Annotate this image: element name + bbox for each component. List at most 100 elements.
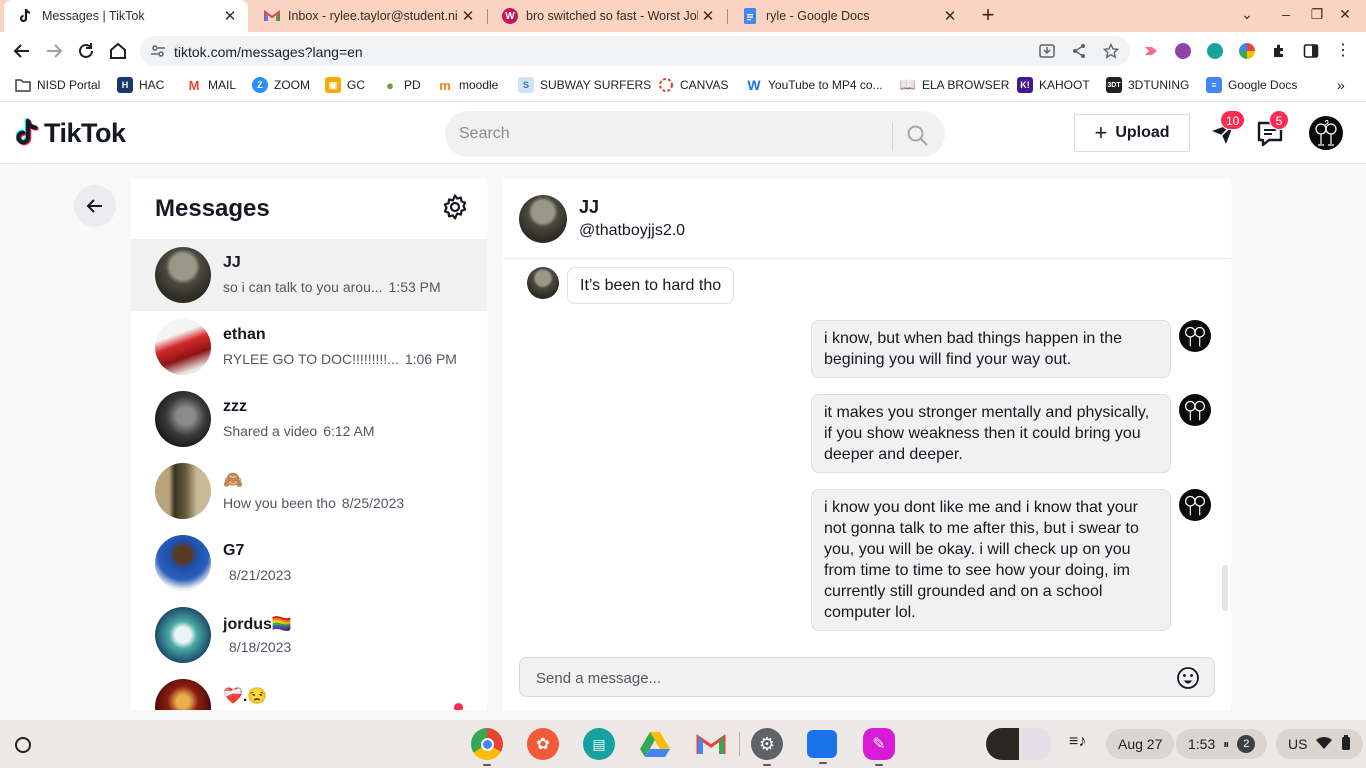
tab-tiktok-messages[interactable]: Messages | TikTok ✕	[4, 0, 248, 32]
files-app-icon[interactable]	[807, 730, 837, 764]
reload-icon[interactable]	[75, 40, 97, 62]
classroom-app-icon[interactable]: ▤	[583, 728, 615, 760]
home-icon[interactable]	[107, 40, 129, 62]
bookmark-ela-browser[interactable]: 📖 ELA BROWSER	[900, 77, 1009, 93]
bookmark-mail[interactable]: M MAIL	[186, 77, 236, 93]
bookmark-youtube-to-mp4[interactable]: W YouTube to MP4 co...	[746, 77, 882, 93]
back-arrow-icon[interactable]	[11, 40, 33, 62]
side-panel-icon[interactable]	[1303, 43, 1319, 59]
self-avatar[interactable]	[1179, 489, 1211, 521]
search-input[interactable]	[459, 123, 879, 145]
tab-google-docs[interactable]: ryle - Google Docs ✕	[728, 0, 968, 32]
bookmark-nisd-portal[interactable]: NISD Portal	[15, 77, 100, 93]
w-logo-icon: W	[747, 77, 761, 93]
message-input[interactable]	[536, 668, 1156, 688]
google-docs-icon	[742, 8, 758, 24]
bookmark-google-docs[interactable]: ≡ Google Docs	[1206, 77, 1297, 93]
launcher-icon[interactable]	[12, 734, 34, 756]
tab-close-icon[interactable]: ✕	[220, 7, 240, 25]
conversation-name: jordus🏳️‍🌈	[223, 616, 292, 633]
inbox-send-icon[interactable]: 10	[1208, 110, 1246, 148]
tab-worst-jokes[interactable]: W bro switched so fast - Worst Jok ✕	[488, 0, 726, 32]
conversation-item-heart[interactable]: ❤️‍🩹.😒	[131, 671, 487, 710]
extension-color-icon[interactable]	[1239, 43, 1255, 59]
bookmark-subway-surfers[interactable]: S SUBWAY SURFERS	[518, 77, 651, 93]
sender-avatar[interactable]	[527, 267, 559, 299]
self-avatar[interactable]	[1179, 394, 1211, 426]
conversation-preview: How you been tho 8/25/2023	[223, 495, 405, 511]
bookmark-moodle[interactable]: m moodle	[437, 77, 498, 93]
settings-app-icon[interactable]: ⚙	[751, 728, 783, 766]
gmail-icon	[264, 8, 280, 24]
chat-contact-handle[interactable]: @thatboyjjs2.0	[579, 222, 685, 240]
tab-close-icon[interactable]: ✕	[698, 7, 718, 25]
back-button[interactable]	[74, 185, 116, 227]
tab-search-chevron-icon[interactable]: ⌄	[1236, 6, 1258, 23]
bookmark-star-icon[interactable]	[1102, 42, 1120, 59]
extension-m-icon[interactable]	[1207, 43, 1223, 59]
extensions-puzzle-icon[interactable]	[1271, 43, 1287, 59]
upload-button[interactable]: + Upload	[1074, 114, 1190, 152]
avatar	[155, 679, 211, 710]
extension-arrow-icon[interactable]	[1143, 43, 1159, 59]
w-favicon-icon: W	[502, 8, 518, 24]
folder-icon	[15, 77, 31, 93]
messages-icon[interactable]: 5	[1255, 110, 1289, 148]
subway-surfers-icon: S	[518, 77, 534, 93]
thread-scrollbar[interactable]	[1222, 565, 1228, 611]
site-info-icon[interactable]	[150, 43, 166, 59]
bookmark-pd[interactable]: ● PD	[382, 77, 421, 93]
new-tab-button[interactable]: +	[976, 4, 1000, 28]
share-icon[interactable]	[1071, 43, 1087, 59]
canvas-app-icon[interactable]: ✎	[863, 728, 895, 766]
gear-icon[interactable]	[441, 193, 469, 221]
status-tray[interactable]: 1:53 ⏸ 2	[1176, 729, 1268, 759]
media-controls-icon[interactable]: ≡♪	[1069, 733, 1086, 751]
bookmark-hac[interactable]: H HAC	[117, 77, 164, 93]
profile-avatar[interactable]	[1309, 116, 1343, 150]
chat-contact-name[interactable]: JJ	[579, 197, 599, 218]
forward-arrow-icon[interactable]	[43, 40, 65, 62]
tab-close-icon[interactable]: ✕	[458, 7, 478, 25]
paint-app-icon[interactable]: ✿	[527, 728, 559, 760]
browser-menu-icon[interactable]: ⋮	[1335, 43, 1351, 59]
bookmark-kahoot[interactable]: K! KAHOOT	[1017, 77, 1090, 93]
conversation-item-monkey[interactable]: 🙈 How you been tho 8/25/2023	[131, 455, 487, 527]
avatar	[155, 607, 211, 663]
conversation-item-zzz[interactable]: zzz Shared a video 6:12 AM	[131, 383, 487, 455]
close-window-icon[interactable]: ✕	[1334, 6, 1356, 23]
tiktok-logo[interactable]: TikTok	[16, 116, 126, 150]
bookmark-zoom[interactable]: Z ZOOM	[252, 77, 310, 93]
message-thread: It’s been to hard tho i know, but when b…	[503, 259, 1231, 643]
address-bar[interactable]: tiktok.com/messages?lang=en	[140, 36, 1130, 66]
doodle-avatar-icon	[1184, 400, 1206, 421]
conversation-item-ethan[interactable]: ethan RYLEE GO TO DOC!!!!!!!!!... 1:06 PM	[131, 311, 487, 383]
google-drive-icon[interactable]	[639, 728, 671, 760]
bookmark-label: CANVAS	[680, 78, 729, 92]
tab-close-icon[interactable]: ✕	[940, 7, 960, 25]
chrome-app-icon[interactable]	[471, 728, 503, 766]
bookmark-gc[interactable]: ▣ GC	[325, 77, 365, 93]
bookmark-3dtuning[interactable]: 3DT 3DTUNING	[1106, 77, 1189, 93]
bookmark-canvas[interactable]: CANVAS	[658, 77, 728, 93]
extension-purple-icon[interactable]	[1175, 43, 1191, 59]
chat-avatar[interactable]	[519, 195, 567, 243]
conversation-item-jj[interactable]: JJ so i can talk to you arou... 1:53 PM	[131, 239, 487, 311]
date-tray[interactable]: Aug 27	[1106, 729, 1175, 759]
install-app-icon[interactable]	[1039, 43, 1055, 59]
holding-space-thumbnails[interactable]	[986, 728, 1052, 760]
conversation-item-g7[interactable]: G7 8/21/2023	[131, 527, 487, 599]
conversation-item-jordus[interactable]: jordus🏳️‍🌈 8/18/2023	[131, 599, 487, 671]
system-tray[interactable]: US	[1276, 729, 1364, 759]
minimize-window-icon[interactable]: –	[1275, 6, 1297, 22]
tab-gmail-inbox[interactable]: Inbox - rylee.taylor@student.nisd ✕	[250, 0, 486, 32]
conversation-list: Messages JJ so i can talk to you arou...…	[131, 179, 487, 710]
restore-window-icon[interactable]: ❐	[1306, 6, 1328, 23]
emoji-icon[interactable]	[1176, 666, 1200, 690]
self-avatar[interactable]	[1179, 320, 1211, 352]
hac-icon: H	[117, 77, 133, 93]
gmail-app-icon[interactable]	[695, 728, 727, 760]
search-icon[interactable]	[905, 123, 929, 147]
bookmarks-bar: NISD Portal H HAC M MAIL Z ZOOM ▣ GC ● PD m mo…	[0, 70, 1366, 102]
bookmarks-overflow-chevron-icon[interactable]: »	[1337, 77, 1345, 93]
